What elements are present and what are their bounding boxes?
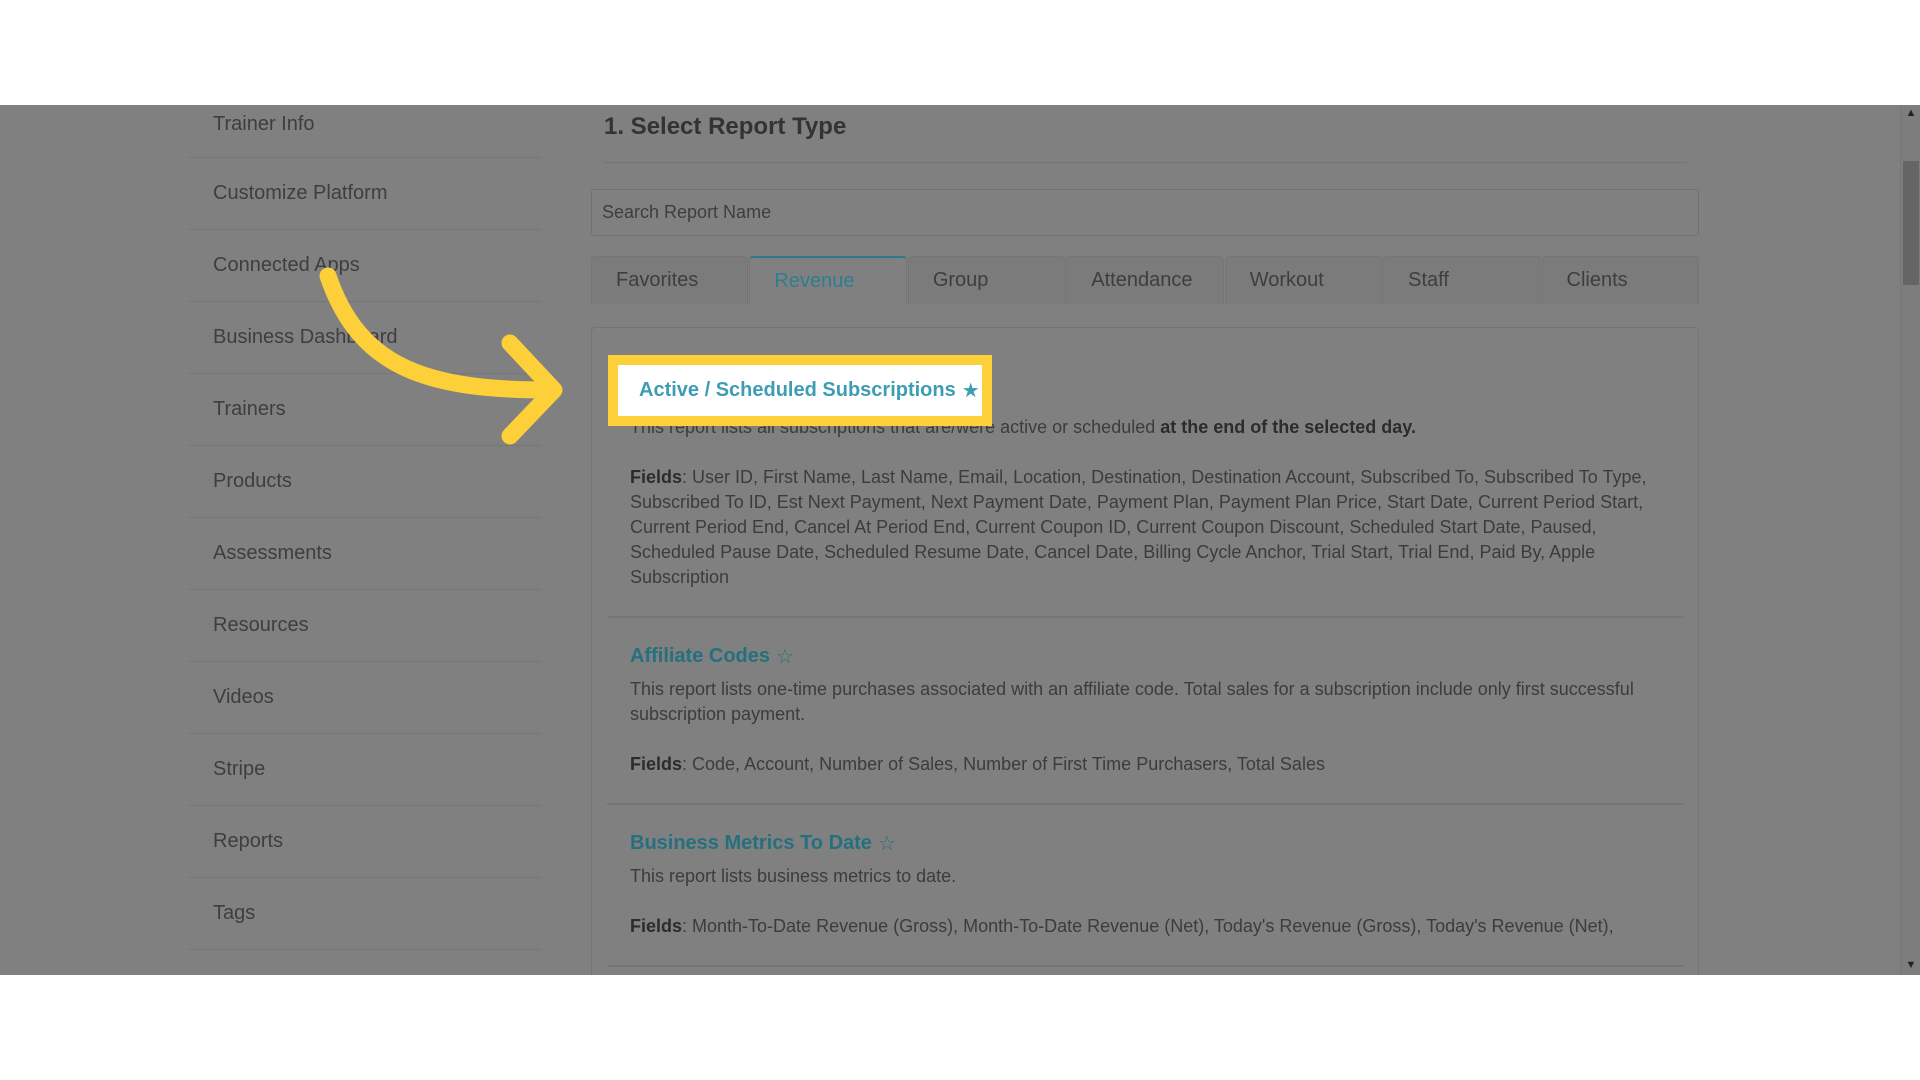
divider bbox=[604, 162, 1687, 163]
sidebar-item-label: Videos bbox=[213, 686, 274, 708]
star-outline-icon[interactable]: ☆ bbox=[878, 831, 896, 856]
search-report-input[interactable] bbox=[591, 189, 1699, 236]
dimmed-page-viewport: Trainer Info Customize Platform Connecte… bbox=[0, 105, 1920, 975]
report-title-business-metrics[interactable]: Business Metrics To Date ☆ bbox=[630, 831, 896, 856]
star-outline-icon[interactable]: ☆ bbox=[776, 644, 794, 669]
sidebar-item-customize-platform[interactable]: Customize Platform bbox=[189, 158, 541, 230]
tab-attendance[interactable]: Attendance bbox=[1066, 256, 1224, 304]
scrollbar[interactable]: ▲ ▼ bbox=[1900, 105, 1920, 975]
report-title-text: Business Metrics To Date bbox=[630, 832, 872, 854]
highlight-box: Active / Scheduled Subscriptions ★ bbox=[608, 355, 992, 426]
sidebar-item-trainer-info[interactable]: Trainer Info bbox=[189, 105, 541, 158]
report-category-tabs: Favorites Revenue Group Attendance Worko… bbox=[591, 256, 1699, 304]
sidebar-nav: Trainer Info Customize Platform Connecte… bbox=[189, 105, 541, 950]
star-filled-icon[interactable]: ★ bbox=[962, 378, 980, 403]
report-fields: Fields: Month-To-Date Revenue (Gross), M… bbox=[630, 916, 1614, 936]
sidebar-item-label: Assessments bbox=[213, 542, 332, 564]
report-description: This report lists one-time purchases ass… bbox=[630, 679, 1634, 724]
sidebar-item-label: Stripe bbox=[213, 758, 266, 780]
top-margin bbox=[0, 0, 1920, 105]
scroll-up-arrow-icon[interactable]: ▲ bbox=[1904, 107, 1918, 121]
report-title-text: Affiliate Codes bbox=[630, 645, 771, 667]
sidebar-item-resources[interactable]: Resources bbox=[189, 590, 541, 662]
report-description: This report lists business metrics to da… bbox=[630, 866, 957, 886]
annotation-arrow-icon bbox=[319, 267, 563, 445]
tab-group[interactable]: Group bbox=[907, 256, 1066, 304]
sidebar-item-label: Tags bbox=[213, 902, 256, 924]
sidebar-item-label: Products bbox=[213, 470, 292, 492]
section-title: 1. Select Report Type bbox=[604, 113, 847, 140]
report-fields: Fields: User ID, First Name, Last Name, … bbox=[630, 467, 1647, 587]
bottom-margin bbox=[0, 975, 1920, 1080]
sidebar-item-label: Trainer Info bbox=[213, 113, 315, 135]
report-title-text: Active / Scheduled Subscriptions bbox=[639, 379, 956, 401]
sidebar-item-label: Reports bbox=[213, 830, 284, 852]
report-item: Affiliate Codes ☆ This report lists one-… bbox=[607, 618, 1683, 805]
sidebar-item-tags[interactable]: Tags bbox=[189, 878, 541, 950]
sidebar-item-assessments[interactable]: Assessments bbox=[189, 518, 541, 590]
sidebar-item-reports[interactable]: Reports bbox=[189, 806, 541, 878]
tab-clients[interactable]: Clients bbox=[1541, 256, 1699, 304]
sidebar-item-label: Trainers bbox=[213, 398, 286, 420]
sidebar-item-stripe[interactable]: Stripe bbox=[189, 734, 541, 806]
report-title-affiliate-codes[interactable]: Affiliate Codes ☆ bbox=[630, 644, 794, 669]
scrollbar-thumb[interactable] bbox=[1903, 161, 1919, 285]
tab-favorites[interactable]: Favorites bbox=[591, 256, 749, 304]
report-title-active-scheduled-subscriptions[interactable]: Active / Scheduled Subscriptions ★ bbox=[639, 378, 980, 403]
sidebar-item-products[interactable]: Products bbox=[189, 446, 541, 518]
scroll-down-arrow-icon[interactable]: ▼ bbox=[1904, 959, 1918, 973]
sidebar-item-label: Customize Platform bbox=[213, 182, 388, 204]
report-fields: Fields: Code, Account, Number of Sales, … bbox=[630, 754, 1325, 774]
tab-staff[interactable]: Staff bbox=[1383, 256, 1541, 304]
report-item: Business Metrics To Date ☆ This report l… bbox=[607, 805, 1683, 967]
tab-revenue[interactable]: Revenue bbox=[749, 256, 907, 304]
tab-workout[interactable]: Workout bbox=[1224, 256, 1383, 304]
sidebar-item-label: Resources bbox=[213, 614, 309, 636]
sidebar-item-videos[interactable]: Videos bbox=[189, 662, 541, 734]
